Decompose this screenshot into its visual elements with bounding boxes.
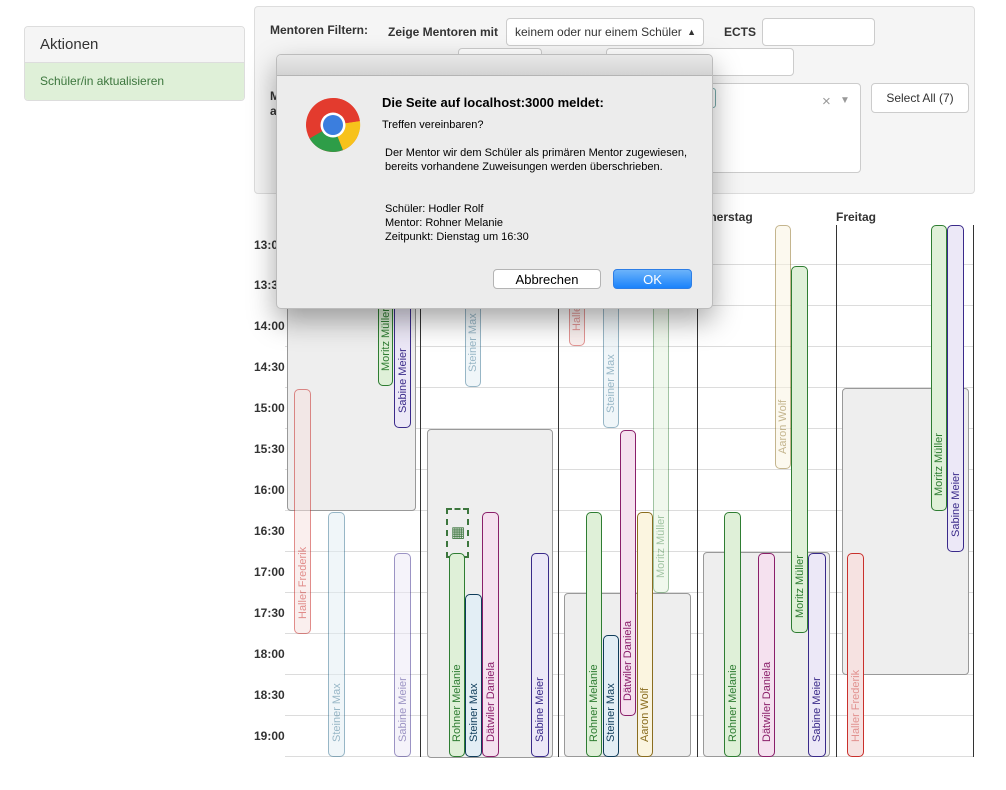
- appointment-label: Moritz Müller: [793, 555, 806, 618]
- appointment[interactable]: Moritz Müller: [931, 225, 947, 511]
- time-label: 14:30: [254, 360, 285, 374]
- appointment[interactable]: Sabine Meier: [531, 553, 549, 757]
- appointment-label: Steiner Max: [330, 683, 343, 742]
- day-header-friday: Freitag: [836, 210, 877, 224]
- appointment[interactable]: Haller Frederik: [294, 389, 311, 634]
- appointment-label: Sabine Meier: [534, 677, 546, 742]
- appointment-label: Aaron Wolf: [639, 687, 651, 742]
- appointment-label: Sabine Meier: [396, 348, 409, 413]
- ects-label: ECTS: [724, 25, 757, 39]
- appointment-label: Rohner Melanie: [588, 664, 600, 742]
- confirm-dialog: Die Seite auf localhost:3000 meldet: Tre…: [276, 54, 713, 309]
- clear-tags-icon[interactable]: ×: [822, 93, 831, 110]
- appointment[interactable]: Steiner Max: [328, 512, 345, 757]
- time-label: 19:00: [254, 729, 285, 743]
- dialog-title: Die Seite auf localhost:3000 meldet:: [382, 95, 604, 110]
- appointment-label: Dätwiler Daniela: [760, 661, 773, 742]
- select-all-button[interactable]: Select All (7): [871, 83, 969, 113]
- appointment[interactable]: Steiner Max: [465, 594, 482, 757]
- show-mentors-label: Zeige Mentoren mit: [388, 25, 499, 39]
- appointment[interactable]: Aaron Wolf: [637, 512, 653, 757]
- appointment[interactable]: Haller Frederik: [847, 553, 864, 757]
- student-count-value: keinem oder nur einem Schüler: [515, 25, 682, 39]
- dialog-question: Treffen vereinbaren?: [382, 119, 484, 131]
- appointment[interactable]: Moritz Müller: [791, 266, 808, 633]
- select-arrows-icon: ▲: [687, 27, 696, 37]
- dialog-details: Schüler: Hodler Rolf Mentor: Rohner Mela…: [385, 203, 529, 243]
- appointment-label: Moritz Müller: [655, 515, 667, 578]
- time-label: 15:00: [254, 401, 285, 415]
- appointment[interactable]: Dätwiler Daniela: [482, 512, 499, 757]
- ects-select[interactable]: [762, 18, 875, 46]
- appointment[interactable]: Rohner Melanie: [449, 553, 465, 757]
- appointment-label: Dätwiler Daniela: [484, 661, 497, 742]
- appointment-label: Sabine Meier: [949, 472, 962, 537]
- appointment-label: Haller Frederik: [296, 546, 309, 619]
- dialog-titlebar[interactable]: [277, 55, 712, 76]
- appointment-label: Sabine Meier: [811, 677, 823, 742]
- appointment[interactable]: Rohner Melanie: [724, 512, 741, 757]
- appointment[interactable]: Aaron Wolf: [775, 225, 791, 469]
- appointment-label: Steiner Max: [467, 683, 480, 742]
- dialog-body: Der Mentor wir dem Schüler als primären …: [385, 147, 688, 173]
- tags-dropdown-icon[interactable]: ▼: [840, 95, 850, 106]
- time-label: 17:00: [254, 565, 285, 579]
- new-appointment-slot[interactable]: ▦: [446, 508, 469, 558]
- appointment-label: Rohner Melanie: [451, 664, 463, 742]
- update-student-action[interactable]: Schüler/in aktualisieren: [25, 63, 244, 100]
- appointment-label: Steiner Max: [605, 354, 617, 413]
- student-count-select[interactable]: keinem oder nur einem Schüler ▲: [506, 18, 704, 46]
- time-label: 14:00: [254, 319, 285, 333]
- time-label: 15:30: [254, 442, 285, 456]
- mentor-filter-label: Mentoren Filtern:: [270, 23, 368, 37]
- appointment-label: Steiner Max: [467, 313, 479, 372]
- appointment[interactable]: Rohner Melanie: [586, 512, 602, 757]
- appointment-label: Aaron Wolf: [777, 399, 789, 454]
- actions-panel: Aktionen Schüler/in aktualisieren: [24, 26, 245, 101]
- appointment-label: Moritz Müller: [933, 433, 945, 496]
- appointment[interactable]: Sabine Meier: [394, 553, 411, 757]
- appointment-label: Rohner Melanie: [726, 664, 739, 742]
- time-label: 18:00: [254, 647, 285, 661]
- chrome-icon: [305, 97, 361, 158]
- appointment[interactable]: Dätwiler Daniela: [620, 430, 636, 716]
- appointment-label: Haller Frederik: [849, 669, 862, 742]
- appointment[interactable]: Dätwiler Daniela: [758, 553, 775, 757]
- time-label: 16:00: [254, 483, 285, 497]
- time-label: 16:30: [254, 524, 285, 538]
- time-label: 18:30: [254, 688, 285, 702]
- appointment[interactable]: Steiner Max: [603, 635, 619, 757]
- appointment[interactable]: Sabine Meier: [808, 553, 826, 757]
- actions-panel-title: Aktionen: [25, 27, 244, 63]
- appointment[interactable]: Sabine Meier: [947, 225, 964, 552]
- ok-button[interactable]: OK: [613, 269, 692, 289]
- cancel-button[interactable]: Abbrechen: [493, 269, 601, 289]
- appointment-label: Moritz Müller: [379, 308, 392, 371]
- appointment-label: Dätwiler Daniela: [622, 620, 634, 701]
- appointment-label: Steiner Max: [605, 683, 617, 742]
- calendar-icon: ▦: [451, 524, 466, 541]
- mentor-tag-input[interactable]: × ▼: [691, 83, 861, 173]
- appointment-label: Sabine Meier: [396, 677, 409, 742]
- time-label: 17:30: [254, 606, 285, 620]
